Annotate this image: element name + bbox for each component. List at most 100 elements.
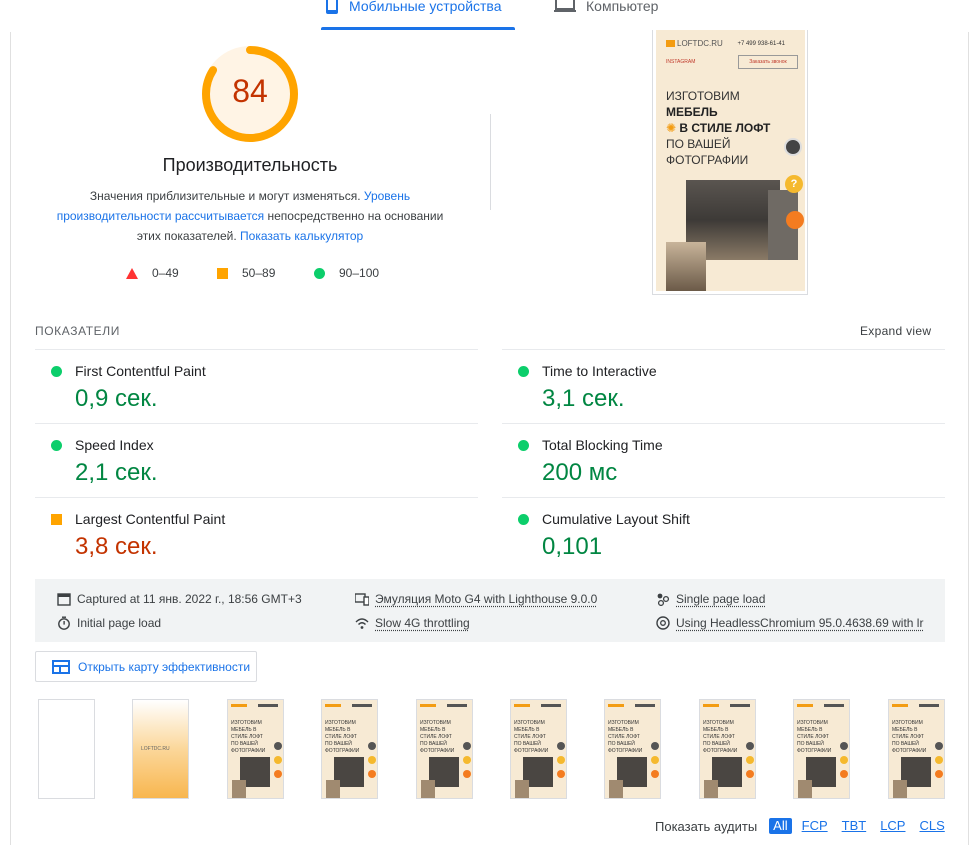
pass-circle-icon — [51, 366, 62, 377]
filter-chip-cls[interactable]: CLS — [915, 818, 948, 834]
metric-name: Cumulative Layout Shift — [542, 511, 690, 527]
square-icon — [217, 267, 228, 279]
filter-chip-fcp[interactable]: FCP — [798, 818, 832, 834]
site-photo-bottom — [666, 242, 706, 291]
wifi-icon — [355, 618, 369, 629]
open-treemap-button[interactable]: Открыть карту эффективности — [35, 651, 257, 682]
laptop-icon — [554, 0, 576, 12]
average-square-icon — [51, 514, 62, 525]
filmstrip-text: ИЗГОТОВИМ МЕБЕЛЬ В СТИЛЕ ЛОФТ ПО ВАШЕЙ Ф… — [514, 720, 549, 754]
desc-text-1: Значения приблизительные и могут изменят… — [89, 189, 364, 203]
metric-value: 0,101 — [542, 533, 603, 560]
open-treemap-label: Открыть карту эффективности — [78, 659, 251, 674]
filter-chip-all[interactable]: All — [769, 818, 792, 834]
site-call-button: Заказать звонок — [738, 55, 798, 69]
runtime-settings: Captured at 11 янв. 2022 г., 18:56 GMT+3… — [35, 579, 945, 642]
runtime-throttling-text: Slow 4G throttling — [375, 616, 470, 630]
pass-circle-icon — [518, 366, 529, 377]
metric-tti: Time to Interactive 3,1 сек. — [502, 350, 942, 424]
device-tabs: Мобильные устройства Компьютер — [0, 0, 978, 32]
site-logo: LOFTDC.RU — [666, 39, 723, 48]
runtime-throttling[interactable]: Slow 4G throttling — [355, 616, 470, 630]
headline-line-5: ФОТОГРАФИИ — [666, 153, 749, 167]
site-headline: ИЗГОТОВИМ МЕБЕЛЬ ✺ В СТИЛЕ ЛОФТ ПО ВАШЕЙ… — [666, 88, 796, 168]
final-screenshot[interactable]: LOFTDC.RU +7 499 938-61-41 INSTAGRAM Зак… — [652, 30, 808, 295]
divider — [490, 114, 491, 210]
metric-tbt: Total Blocking Time 200 мс — [502, 424, 942, 498]
help-icon: ? — [785, 175, 803, 193]
filmstrip-frame: LOFTDC.RU — [132, 699, 189, 799]
headline-line-3: В СТИЛЕ ЛОФТ — [679, 121, 771, 135]
tab-mobile[interactable]: Мобильные устройства — [321, 0, 515, 30]
panel-border-right — [968, 32, 969, 845]
runtime-captured-text: Captured at 11 янв. 2022 г., 18:56 GMT+3 — [77, 592, 302, 606]
metric-value: 2,1 сек. — [75, 459, 158, 486]
metric-fcp: First Contentful Paint 0,9 сек. — [35, 350, 475, 424]
filmstrip-frame: ИЗГОТОВИМ МЕБЕЛЬ В СТИЛЕ ЛОФТ ПО ВАШЕЙ Ф… — [321, 699, 378, 799]
filmstrip-text: ИЗГОТОВИМ МЕБЕЛЬ В СТИЛЕ ЛОФТ ПО ВАШЕЙ Ф… — [231, 720, 266, 754]
headline-line-4: ПО ВАШЕЙ — [666, 137, 731, 151]
metric-speed-index: Speed Index 2,1 сек. — [35, 424, 475, 498]
filmstrip-frame: ИЗГОТОВИМ МЕБЕЛЬ В СТИЛЕ ЛОФТ ПО ВАШЕЙ Ф… — [699, 699, 756, 799]
filter-chip-lcp[interactable]: LCP — [876, 818, 909, 834]
filmstrip-text: ИЗГОТОВИМ МЕБЕЛЬ В СТИЛЕ ЛОФТ ПО ВАШЕЙ Ф… — [892, 720, 927, 754]
runtime-single-page[interactable]: Single page load — [656, 592, 765, 606]
metric-value: 3,1 сек. — [542, 385, 625, 412]
headline-line-2: МЕБЕЛЬ — [666, 105, 718, 119]
tab-mobile-label: Мобильные устройства — [349, 0, 502, 14]
runtime-emulation[interactable]: Эмуляция Moto G4 with Lighthouse 9.0.0 — [355, 592, 597, 606]
legend-average-label: 50–89 — [242, 266, 276, 280]
treemap-icon — [52, 659, 70, 674]
metric-lcp: Largest Contentful Paint 3,8 сек. — [35, 498, 475, 572]
performance-description: Значения приблизительные и могут изменят… — [50, 186, 450, 246]
expand-view-toggle[interactable]: Expand view — [860, 324, 931, 338]
tab-desktop[interactable]: Компьютер — [550, 0, 680, 30]
screenshot-content: LOFTDC.RU +7 499 938-61-41 INSTAGRAM Зак… — [656, 30, 805, 291]
filter-chip-tbt[interactable]: TBT — [838, 818, 871, 834]
runtime-initial-load: Initial page load — [57, 616, 161, 630]
runtime-initial-load-text: Initial page load — [77, 616, 162, 630]
metric-value: 3,8 сек. — [75, 533, 158, 560]
metric-name: Speed Index — [75, 437, 154, 453]
pass-circle-icon — [518, 514, 529, 525]
filmstrip-frame: ИЗГОТОВИМ МЕБЕЛЬ В СТИЛЕ ЛОФТ ПО ВАШЕЙ Ф… — [793, 699, 850, 799]
triangle-icon — [126, 267, 138, 279]
pass-circle-icon — [51, 440, 62, 451]
metric-value: 0,9 сек. — [75, 385, 158, 412]
audits-filter-label: Показать аудиты — [655, 818, 758, 834]
metric-name: Largest Contentful Paint — [75, 511, 226, 527]
site-instagram: INSTAGRAM — [666, 59, 696, 65]
filmstrip-frame: ИЗГОТОВИМ МЕБЕЛЬ В СТИЛЕ ЛОФТ ПО ВАШЕЙ Ф… — [227, 699, 284, 799]
runtime-browser-text: Using HeadlessChromium 95.0.4638.69 with… — [676, 616, 924, 630]
calendar-icon — [57, 593, 71, 606]
legend-pass: 90–100 — [314, 266, 379, 280]
metric-name: Total Blocking Time — [542, 437, 663, 453]
metric-name: Time to Interactive — [542, 363, 657, 379]
chat-icon — [784, 138, 802, 156]
filmstrip-frame: ИЗГОТОВИМ МЕБЕЛЬ В СТИЛЕ ЛОФТ ПО ВАШЕЙ Ф… — [416, 699, 473, 799]
filmstrip-text: ИЗГОТОВИМ МЕБЕЛЬ В СТИЛЕ ЛОФТ ПО ВАШЕЙ Ф… — [608, 720, 643, 754]
filmstrip-frame — [38, 699, 95, 799]
timer-icon — [58, 616, 70, 630]
sun-icon: ✺ — [666, 121, 677, 135]
runtime-browser[interactable]: Using HeadlessChromium 95.0.4638.69 with… — [656, 616, 923, 630]
performance-title: Производительность — [162, 155, 338, 175]
pass-circle-icon — [518, 440, 529, 451]
filmstrip-logo: LOFTDC.RU — [141, 746, 170, 752]
runtime-captured: Captured at 11 янв. 2022 г., 18:56 GMT+3 — [57, 592, 302, 606]
nodes-icon — [657, 593, 670, 606]
headline-line-1: ИЗГОТОВИМ — [666, 89, 740, 103]
active-tab-indicator — [321, 27, 515, 30]
circle-icon — [314, 267, 325, 279]
smartphone-icon — [326, 0, 338, 14]
legend-fail: 0–49 — [126, 266, 179, 280]
widget-icon — [786, 211, 804, 229]
filmstrip-frame: ИЗГОТОВИМ МЕБЕЛЬ В СТИЛЕ ЛОФТ ПО ВАШЕЙ Ф… — [510, 699, 567, 799]
runtime-single-page-text: Single page load — [676, 592, 766, 606]
calculator-link[interactable]: Показать калькулятор — [240, 229, 363, 243]
audits-filter: Показать аудиты All FCP TBT LCP CLS — [655, 818, 955, 834]
devices-icon — [355, 593, 369, 606]
legend-fail-label: 0–49 — [152, 266, 179, 280]
filmstrip-frame: ИЗГОТОВИМ МЕБЕЛЬ В СТИЛЕ ЛОФТ ПО ВАШЕЙ Ф… — [604, 699, 661, 799]
filmstrip-frame: ИЗГОТОВИМ МЕБЕЛЬ В СТИЛЕ ЛОФТ ПО ВАШЕЙ Ф… — [888, 699, 945, 799]
